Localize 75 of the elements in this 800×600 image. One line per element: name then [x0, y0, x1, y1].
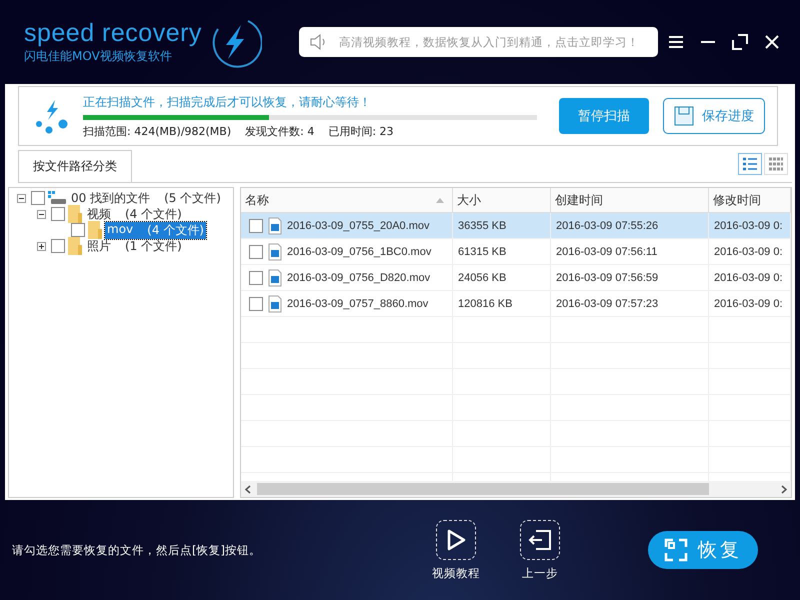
tree-checkbox[interactable]	[71, 223, 85, 237]
expand-toggle-icon[interactable]	[37, 242, 46, 250]
scan-range: 扫描范围: 424(MB)/982(MB)	[83, 124, 232, 138]
scroll-left-icon[interactable]	[245, 484, 251, 494]
row-checkbox[interactable]	[249, 270, 263, 284]
modified-time: 2016-03-09 0:	[709, 239, 791, 264]
file-name: 2016-03-09_0756_D820.mov	[287, 272, 430, 284]
column-header[interactable]: 创建时间	[551, 188, 709, 212]
row-checkbox[interactable]	[249, 296, 263, 310]
list-view-button[interactable]	[738, 153, 762, 175]
modified-time: 2016-03-09 0:	[709, 213, 791, 238]
file-name: 2016-03-09_0755_20A0.mov	[287, 220, 430, 232]
tree-item[interactable]: mov (4 个文件)	[105, 222, 206, 238]
close-icon[interactable]	[764, 34, 780, 50]
folder-icon	[68, 237, 82, 255]
file-name: 2016-03-09_0756_1BC0.mov	[287, 246, 432, 258]
created-time: 2016-03-09 07:57:23	[551, 291, 709, 316]
tree-checkbox[interactable]	[31, 191, 45, 205]
scroll-right-icon[interactable]	[781, 484, 787, 494]
video-file-icon	[268, 242, 282, 260]
video-tutorial-label: 视频教程	[432, 566, 480, 580]
tree-item[interactable]: 00 找到的文件 (5 个文件)	[69, 190, 223, 206]
created-time: 2016-03-09 07:56:11	[551, 239, 709, 264]
elapsed-time: 已用时间: 23	[328, 124, 394, 138]
row-checkbox[interactable]	[249, 218, 263, 232]
instruction-text: 请勾选您需要恢复的文件，然后点[恢复]按钮。	[12, 542, 262, 558]
menu-icon[interactable]	[668, 35, 684, 49]
list-icon	[742, 157, 758, 171]
video-file-icon	[268, 268, 282, 286]
file-row[interactable]: 2016-03-09_0757_8860.mov 120816 KB 2016-03-09 07:57:23 2016-03-09 0:	[241, 291, 791, 317]
file-size: 61315 KB	[453, 239, 551, 264]
folder-icon	[68, 205, 82, 223]
found-count: 发现文件数: 4	[245, 124, 314, 138]
modified-time: 2016-03-09 0:	[709, 265, 791, 290]
logo-title: speed recovery	[24, 19, 202, 48]
row-checkbox[interactable]	[249, 244, 263, 258]
grid-icon	[768, 157, 784, 171]
grid-view-button[interactable]	[764, 153, 788, 175]
play-button[interactable]	[436, 520, 476, 560]
modified-time: 2016-03-09 0:	[709, 291, 791, 316]
play-icon	[445, 528, 467, 552]
column-header[interactable]: 大小	[453, 188, 551, 212]
tree-checkbox[interactable]	[51, 207, 65, 221]
file-name: 2016-03-09_0757_8860.mov	[287, 298, 428, 310]
created-time: 2016-03-09 07:55:26	[551, 213, 709, 238]
file-row[interactable]: 2016-03-09_0756_1BC0.mov 61315 KB 2016-03-09 07:56:11 2016-03-09 0:	[241, 239, 791, 265]
drive-icon	[48, 191, 66, 205]
sort-arrow-icon	[436, 198, 444, 202]
tree-item[interactable]: 视频 (4 个文件)	[85, 206, 184, 222]
logo-subtitle: 闪电佳能MOV视频恢复软件	[24, 48, 173, 65]
file-row[interactable]: 2016-03-09_0756_D820.mov 24056 KB 2016-03-09 07:56:59 2016-03-09 0:	[241, 265, 791, 291]
collapse-toggle-icon[interactable]	[17, 194, 26, 202]
exit-arrow-icon	[528, 528, 552, 550]
tree-item[interactable]: 照片 (1 个文件)	[85, 238, 184, 254]
save-progress-button[interactable]: 保存进度	[663, 98, 765, 134]
file-size: 36355 KB	[453, 213, 551, 238]
file-size: 120816 KB	[453, 291, 551, 316]
scan-frame-icon	[664, 538, 688, 562]
created-time: 2016-03-09 07:56:59	[551, 265, 709, 290]
video-file-icon	[268, 216, 282, 234]
notice-text: 高清视频教程，数据恢复从入门到精通，点击立即学习！	[339, 34, 640, 50]
collapse-toggle-icon[interactable]	[37, 210, 46, 218]
category-tab[interactable]: 按文件路径分类	[18, 150, 132, 182]
column-header[interactable]: 修改时间	[709, 188, 791, 212]
back-button[interactable]	[520, 520, 560, 560]
column-header[interactable]: 名称	[241, 188, 453, 212]
maximize-icon[interactable]	[732, 34, 748, 50]
file-row[interactable]: 2016-03-09_0755_20A0.mov 36355 KB 2016-03-09 07:55:26 2016-03-09 0:	[241, 213, 791, 239]
back-label: 上一步	[522, 566, 558, 580]
tree-checkbox[interactable]	[51, 239, 65, 253]
folder-icon	[88, 221, 102, 239]
file-size: 24056 KB	[453, 265, 551, 290]
horizontal-scrollbar[interactable]	[241, 481, 791, 497]
scan-message: 正在扫描文件，扫描完成后才可以恢复，请耐心等待！	[83, 94, 372, 110]
video-file-icon	[268, 294, 282, 312]
